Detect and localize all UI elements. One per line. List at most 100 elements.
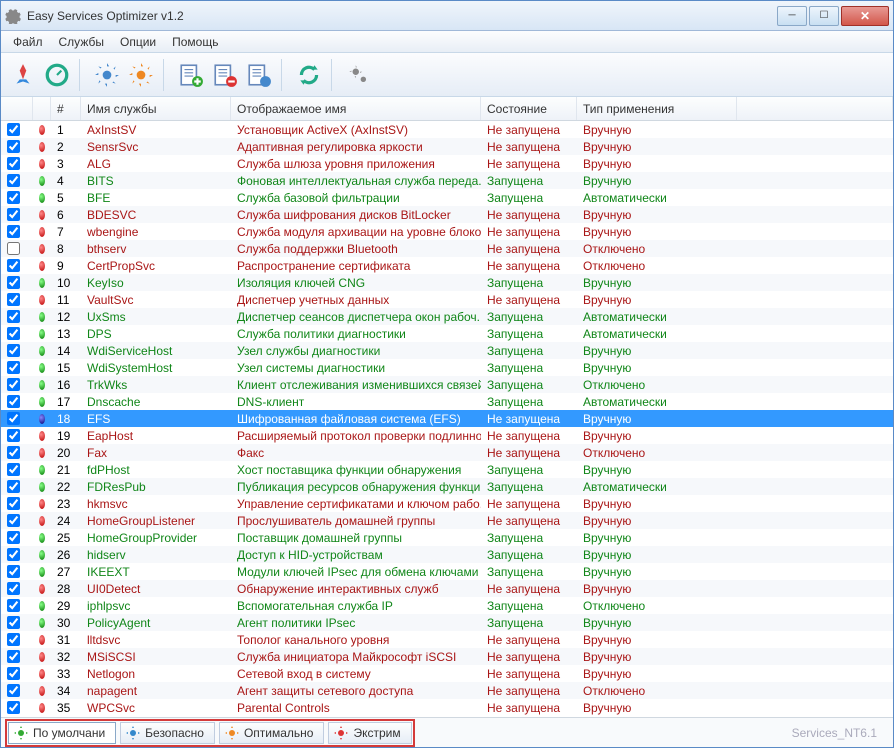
row-checkbox[interactable] (7, 531, 20, 544)
table-row[interactable]: 18EFSШифрованная файловая система (EFS)Н… (1, 410, 893, 427)
menu-file[interactable]: Файл (5, 32, 51, 52)
row-checkbox[interactable] (7, 378, 20, 391)
maximize-button[interactable]: ☐ (809, 6, 839, 26)
list-edit-icon[interactable] (243, 59, 275, 91)
row-checkbox[interactable] (7, 276, 20, 289)
table-row[interactable]: 35WPCSvcParental ControlsНе запущенаВруч… (1, 699, 893, 716)
table-row[interactable]: 21fdPHostХост поставщика функции обнаруж… (1, 461, 893, 478)
table-row[interactable]: 11VaultSvcДиспетчер учетных данныхНе зап… (1, 291, 893, 308)
col-type[interactable]: Тип применения (577, 97, 737, 120)
table-row[interactable]: 34napagentАгент защиты сетевого доступаН… (1, 682, 893, 699)
row-checkbox[interactable] (7, 667, 20, 680)
table-row[interactable]: 32MSiSCSIСлужба инициатора Майкрософт iS… (1, 648, 893, 665)
table-row[interactable]: 22FDResPubПубликация ресурсов обнаружени… (1, 478, 893, 495)
table-row[interactable]: 30PolicyAgentАгент политики IPsecЗапущен… (1, 614, 893, 631)
row-checkbox[interactable] (7, 259, 20, 272)
table-row[interactable]: 6BDESVCСлужба шифрования дисков BitLocke… (1, 206, 893, 223)
tab-default[interactable]: По умолчани (8, 722, 116, 744)
table-row[interactable]: 4BITSФоновая интеллектуальная служба пер… (1, 172, 893, 189)
col-check[interactable] (1, 97, 33, 120)
row-checkbox[interactable] (7, 565, 20, 578)
table-row[interactable]: 26hidservДоступ к HID-устройствамЗапущен… (1, 546, 893, 563)
table-row[interactable]: 3ALGСлужба шлюза уровня приложенияНе зап… (1, 155, 893, 172)
table-row[interactable]: 24HomeGroupListenerПрослушиватель домашн… (1, 512, 893, 529)
tab-safe[interactable]: Безопасно (120, 722, 215, 744)
row-checkbox[interactable] (7, 429, 20, 442)
row-checkbox[interactable] (7, 650, 20, 663)
table-row[interactable]: 15WdiSystemHostУзел системы диагностикиЗ… (1, 359, 893, 376)
col-dot[interactable] (33, 97, 51, 120)
row-checkbox[interactable] (7, 599, 20, 612)
table-row[interactable]: 31lltdsvcТополог канального уровняНе зап… (1, 631, 893, 648)
table-row[interactable]: 5BFEСлужба базовой фильтрацииЗапущенаАвт… (1, 189, 893, 206)
row-checkbox[interactable] (7, 344, 20, 357)
table-row[interactable]: 10KeyIsoИзоляция ключей CNGЗапущенаВручн… (1, 274, 893, 291)
row-checkbox[interactable] (7, 633, 20, 646)
row-checkbox[interactable] (7, 310, 20, 323)
table-row[interactable]: 1AxInstSVУстановщик ActiveX (AxInstSV)Не… (1, 121, 893, 138)
row-checkbox[interactable] (7, 293, 20, 306)
table-row[interactable]: 8bthservСлужба поддержки BluetoothНе зап… (1, 240, 893, 257)
table-row[interactable]: 9CertPropSvcРаспространение сертификатаН… (1, 257, 893, 274)
row-checkbox[interactable] (7, 684, 20, 697)
row-checkbox[interactable] (7, 242, 20, 255)
table-row[interactable]: 17DnscacheDNS-клиентЗапущенаАвтоматическ… (1, 393, 893, 410)
row-checkbox[interactable] (7, 514, 20, 527)
row-checkbox[interactable] (7, 497, 20, 510)
row-checkbox[interactable] (7, 548, 20, 561)
table-row[interactable]: 2SensrSvcАдаптивная регулировка яркостиН… (1, 138, 893, 155)
col-state[interactable]: Состояние (481, 97, 577, 120)
table-row[interactable]: 14WdiServiceHostУзел службы диагностикиЗ… (1, 342, 893, 359)
table-row[interactable]: 27IKEEXTМодули ключей IPsec для обмена к… (1, 563, 893, 580)
row-checkbox[interactable] (7, 616, 20, 629)
close-button[interactable]: ✕ (841, 6, 889, 26)
tab-extreme[interactable]: Экстрим (328, 722, 411, 744)
col-name[interactable]: Имя службы (81, 97, 231, 120)
row-checkbox[interactable] (7, 123, 20, 136)
table-row[interactable]: 13DPSСлужба политики диагностикиЗапущена… (1, 325, 893, 342)
table-row[interactable]: 20FaxФаксНе запущенаОтключено (1, 444, 893, 461)
row-checkbox[interactable] (7, 157, 20, 170)
row-checkbox[interactable] (7, 395, 20, 408)
table-row[interactable]: 23hkmsvcУправление сертификатами и ключо… (1, 495, 893, 512)
table-row[interactable]: 12UxSmsДиспетчер сеансов диспетчера окон… (1, 308, 893, 325)
refresh-icon[interactable] (293, 59, 325, 91)
col-num[interactable]: # (51, 97, 81, 120)
rocket-icon[interactable] (7, 59, 39, 91)
row-checkbox[interactable] (7, 208, 20, 221)
menu-options[interactable]: Опции (112, 32, 164, 52)
row-checkbox[interactable] (7, 701, 20, 714)
table-row[interactable]: 33NetlogonСетевой вход в системуНе запущ… (1, 665, 893, 682)
gauge-icon[interactable] (41, 59, 73, 91)
table-row[interactable]: 29iphlpsvcВспомогательная служба IPЗапущ… (1, 597, 893, 614)
row-checkbox[interactable] (7, 361, 20, 374)
table-row[interactable]: 16TrkWksКлиент отслеживания изменившихся… (1, 376, 893, 393)
list-remove-icon[interactable] (209, 59, 241, 91)
gear-blue-icon[interactable] (91, 59, 123, 91)
table-row[interactable]: 25HomeGroupProviderПоставщик домашней гр… (1, 529, 893, 546)
gear-orange-icon[interactable] (125, 59, 157, 91)
service-name: wbengine (81, 223, 231, 240)
row-num: 6 (51, 206, 81, 223)
col-display[interactable]: Отображаемое имя (231, 97, 481, 120)
row-checkbox[interactable] (7, 327, 20, 340)
menu-help[interactable]: Помощь (164, 32, 226, 52)
row-checkbox[interactable] (7, 582, 20, 595)
table-row[interactable]: 28UI0DetectОбнаружение интерактивных слу… (1, 580, 893, 597)
row-checkbox[interactable] (7, 140, 20, 153)
gears-icon[interactable] (343, 59, 375, 91)
list-add-icon[interactable] (175, 59, 207, 91)
table-row[interactable]: 19EapHostРасширяемый протокол проверки п… (1, 427, 893, 444)
menu-services[interactable]: Службы (51, 32, 112, 52)
row-checkbox[interactable] (7, 191, 20, 204)
minimize-button[interactable]: ─ (777, 6, 807, 26)
row-checkbox[interactable] (7, 412, 20, 425)
row-checkbox[interactable] (7, 463, 20, 476)
row-checkbox[interactable] (7, 225, 20, 238)
tab-optimal[interactable]: Оптимально (219, 722, 325, 744)
row-checkbox[interactable] (7, 480, 20, 493)
service-grid[interactable]: 1AxInstSVУстановщик ActiveX (AxInstSV)Не… (1, 121, 893, 717)
table-row[interactable]: 7wbengineСлужба модуля архивации на уров… (1, 223, 893, 240)
row-checkbox[interactable] (7, 446, 20, 459)
row-checkbox[interactable] (7, 174, 20, 187)
